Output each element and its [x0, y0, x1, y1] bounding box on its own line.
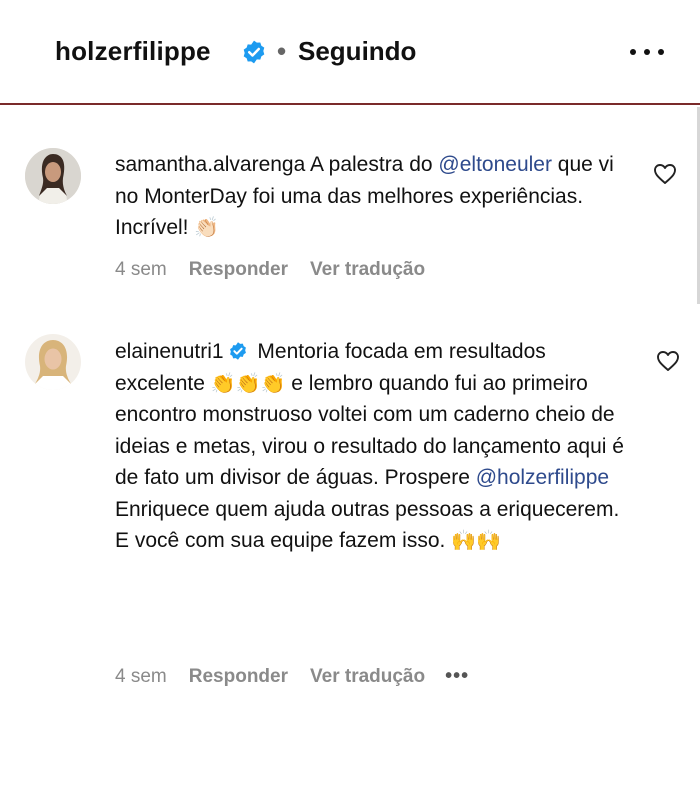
comments-view: holzerfilippe • Seguindo samantha.alvare… — [0, 0, 700, 800]
verified-badge-icon — [229, 342, 246, 360]
comment-text: E você com sua equipe fazem isso. — [115, 529, 452, 552]
comment-more-button[interactable]: ••• — [445, 665, 469, 688]
header-separator: • — [277, 36, 287, 66]
more-options-button[interactable] — [627, 40, 667, 64]
heart-icon[interactable] — [656, 350, 680, 372]
comment-timestamp: 4 sem — [115, 259, 167, 280]
reply-button[interactable]: Responder — [189, 259, 288, 281]
clap-emoji: 👏👏👏 — [210, 370, 286, 395]
comment-meta: 4 sem Responder Ver tradução ••• — [115, 665, 469, 688]
raised-hands-emoji: 🙌🙌 — [451, 528, 501, 552]
post-header: holzerfilippe • Seguindo — [0, 0, 700, 105]
following-button[interactable]: Seguindo — [298, 36, 416, 67]
comment-body: elainenutri1 Mentoria focada em resultad… — [115, 336, 635, 557]
avatar[interactable] — [25, 148, 81, 204]
comment-text: Enriquece quem ajuda outras pessoas a er… — [115, 497, 620, 521]
header-username[interactable]: holzerfilippe — [55, 36, 211, 67]
comment-timestamp: 4 sem — [115, 665, 167, 687]
clap-emoji: 👏🏻 — [194, 215, 220, 239]
mention-link[interactable]: @holzerfilippe — [476, 466, 609, 489]
comment-body: samantha.alvarenga A palestra do @eltone… — [115, 149, 635, 244]
comment-author[interactable]: samantha.alvarenga — [115, 153, 305, 176]
mention-link[interactable]: @eltoneuler — [438, 153, 552, 176]
heart-icon[interactable] — [653, 163, 677, 185]
comment-meta: 4 sem Responder Ver tradução — [115, 259, 425, 281]
see-translation-button[interactable]: Ver tradução — [310, 666, 425, 688]
comment-text: A palestra do — [305, 153, 439, 176]
reply-button[interactable]: Responder — [189, 666, 288, 688]
avatar[interactable] — [25, 334, 81, 390]
verified-badge-icon — [243, 40, 265, 64]
comment-author[interactable]: elainenutri1 — [115, 340, 224, 363]
more-horizontal-icon — [630, 49, 636, 55]
see-translation-button[interactable]: Ver tradução — [310, 259, 425, 281]
